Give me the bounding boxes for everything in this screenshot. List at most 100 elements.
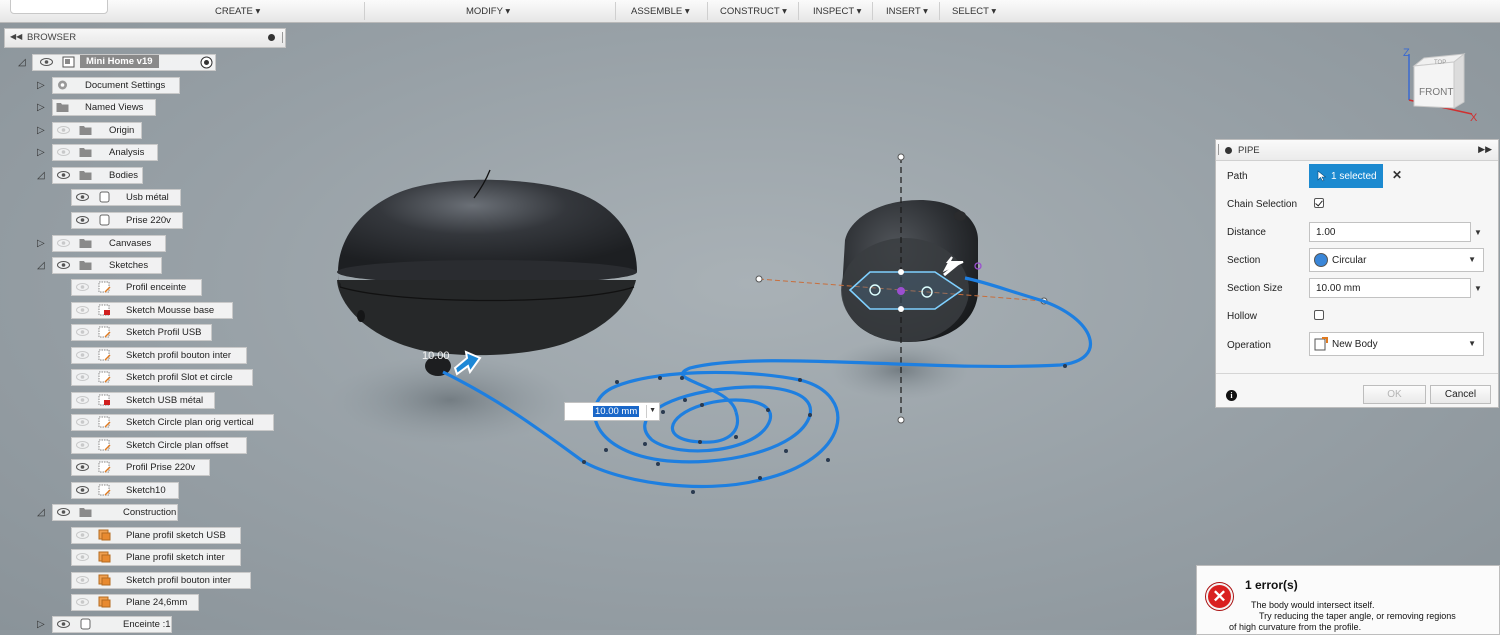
visibility-eye-icon[interactable] [40, 58, 53, 66]
expand-triangle-icon[interactable]: ▷ [37, 80, 45, 91]
collapse-browser-icon[interactable]: ◀◀ [10, 32, 22, 41]
tree-item-sketch10[interactable]: Sketch10 [0, 482, 290, 499]
pipe-dialog-header[interactable]: PIPE ▶▶ [1216, 140, 1498, 161]
tree-item-sketch-profil-usb[interactable]: Sketch Profil USB [0, 324, 290, 341]
dialog-grip-icon[interactable] [1218, 144, 1219, 155]
sketch-icon [98, 484, 111, 496]
tree-item-label: Sketch Profil USB [126, 327, 202, 338]
visibility-eye-icon[interactable] [57, 261, 70, 269]
tree-item-label: Plane 24,6mm [126, 597, 188, 608]
path-label: Path [1227, 171, 1248, 182]
info-icon[interactable]: i [1226, 390, 1237, 401]
clear-selection-icon[interactable]: ✕ [1392, 168, 1402, 182]
tree-item-enceinte[interactable]: ▷ Enceinte :1 [0, 616, 290, 633]
expand-triangle-icon[interactable]: ▷ [37, 619, 45, 630]
tree-item-sketch-profil-bouton-inter[interactable]: Sketch profil bouton inter [0, 347, 290, 364]
expand-triangle-icon[interactable]: ▷ [37, 147, 45, 158]
tree-item-sketch-profil-bouton-inter-2[interactable]: Sketch profil bouton inter [0, 572, 290, 589]
tree-item-analysis[interactable]: ▷ Analysis [0, 144, 290, 161]
section-value: Circular [1332, 255, 1367, 266]
visibility-eye-icon[interactable] [76, 351, 89, 359]
section-size-inline-input[interactable]: 10.00 mm ▼ [564, 402, 660, 421]
tree-item-usb-metal[interactable]: Usb métal [0, 189, 290, 206]
path-select-button[interactable]: 1 selected [1309, 164, 1383, 188]
tree-item-sketch-profil-slot-circle[interactable]: Sketch profil Slot et circle [0, 369, 290, 386]
expand-triangle-icon[interactable]: ◿ [18, 57, 26, 68]
expand-triangle-icon[interactable]: ◿ [37, 260, 45, 271]
tree-item-document-settings[interactable]: ▷ Document Settings [0, 77, 290, 94]
tree-item-sketch-circle-plan-offset[interactable]: Sketch Circle plan offset [0, 437, 290, 454]
visibility-eye-icon[interactable] [76, 373, 89, 381]
tree-item-plane-profil-sketch-usb[interactable]: Plane profil sketch USB [0, 527, 290, 544]
tree-item-prise-220v[interactable]: Prise 220v [0, 212, 290, 229]
tree-item-construction[interactable]: ◿ Construction [0, 504, 290, 521]
visibility-eye-icon[interactable] [76, 193, 89, 201]
error-hint-continued: of high curvature from the profile. [1229, 622, 1362, 632]
visibility-eye-icon[interactable] [76, 328, 89, 336]
visibility-eye-icon[interactable] [76, 418, 89, 426]
visibility-eye-icon[interactable] [76, 486, 89, 494]
visibility-eye-icon[interactable] [57, 148, 70, 156]
tree-root[interactable]: ◿ Mini Home v19 [18, 54, 216, 71]
chevron-down-icon: ▼ [1468, 339, 1476, 348]
tree-item-bodies[interactable]: ◿ Bodies [0, 167, 290, 184]
distance-input[interactable]: 1.00 [1309, 222, 1471, 242]
view-cube-front-label: FRONT [1419, 87, 1453, 98]
cancel-button[interactable]: Cancel [1430, 385, 1491, 404]
view-cube[interactable]: Z X TOP FRONT [1400, 44, 1480, 122]
tree-item-sketches[interactable]: ◿ Sketches [0, 257, 290, 274]
visibility-eye-icon[interactable] [76, 553, 89, 561]
expand-triangle-icon[interactable]: ▷ [37, 238, 45, 249]
tree-item-named-views[interactable]: ▷ Named Views [0, 99, 290, 116]
dropdown-arrow-icon[interactable]: ▼ [649, 407, 656, 414]
tree-item-profil-prise-220v[interactable]: Profil Prise 220v [0, 459, 290, 476]
tree-item-sketch-usb-metal[interactable]: Sketch USB métal [0, 392, 290, 409]
hollow-checkbox[interactable] [1314, 310, 1324, 320]
body-icon [79, 618, 92, 630]
visibility-eye-icon[interactable] [76, 576, 89, 584]
distance-label: Distance [1227, 227, 1266, 238]
speaker-body[interactable] [337, 169, 637, 376]
section-size-dropdown-icon[interactable]: ▼ [1474, 284, 1482, 293]
browser-pin-icon[interactable] [268, 34, 275, 41]
tree-item-plane-profil-sketch-inter[interactable]: Plane profil sketch inter [0, 549, 290, 566]
visibility-eye-icon[interactable] [76, 531, 89, 539]
visibility-eye-icon[interactable] [76, 598, 89, 606]
tree-item-sketch-mousse-base[interactable]: Sketch Mousse base [0, 302, 290, 319]
chain-selection-label: Chain Selection [1227, 199, 1298, 210]
expand-triangle-icon[interactable]: ◿ [37, 170, 45, 181]
tree-item-canvases[interactable]: ▷ Canvases [0, 235, 290, 252]
tree-item-sketch-circle-orig-vertical[interactable]: Sketch Circle plan orig vertical [0, 414, 290, 431]
operation-select[interactable]: New Body ▼ [1309, 332, 1484, 356]
visibility-eye-icon[interactable] [57, 126, 70, 134]
activate-radio-icon[interactable] [200, 56, 213, 69]
section-size-input[interactable]: 10.00 mm [1309, 278, 1471, 298]
section-select[interactable]: Circular ▼ [1309, 248, 1484, 272]
visibility-eye-icon[interactable] [57, 508, 70, 516]
browser-title: BROWSER [27, 32, 77, 43]
tree-item-profil-enceinte[interactable]: Profil enceinte [0, 279, 290, 296]
visibility-eye-icon[interactable] [57, 620, 70, 628]
plug-body[interactable] [841, 200, 978, 342]
expand-triangle-icon[interactable]: ▷ [37, 125, 45, 136]
visibility-eye-icon[interactable] [76, 396, 89, 404]
sketch-icon [98, 439, 111, 451]
visibility-eye-icon[interactable] [76, 216, 89, 224]
visibility-eye-icon[interactable] [76, 306, 89, 314]
browser-grip-icon[interactable] [282, 32, 283, 43]
ok-button[interactable]: OK [1363, 385, 1426, 404]
expand-triangle-icon[interactable]: ◿ [37, 507, 45, 518]
distance-dimension-label: 10.00 [422, 350, 450, 362]
tree-item-label: Sketch profil Slot et circle [126, 372, 233, 383]
chain-selection-checkbox[interactable] [1314, 198, 1324, 208]
tree-item-origin[interactable]: ▷ Origin [0, 122, 290, 139]
visibility-eye-icon[interactable] [76, 463, 89, 471]
visibility-eye-icon[interactable] [57, 171, 70, 179]
distance-dropdown-icon[interactable]: ▼ [1474, 228, 1482, 237]
visibility-eye-icon[interactable] [76, 283, 89, 291]
tree-item-plane-24-6mm[interactable]: Plane 24,6mm [0, 594, 290, 611]
visibility-eye-icon[interactable] [76, 441, 89, 449]
expand-triangle-icon[interactable]: ▷ [37, 102, 45, 113]
expand-dialog-icon[interactable]: ▶▶ [1478, 144, 1492, 155]
visibility-eye-icon[interactable] [57, 239, 70, 247]
